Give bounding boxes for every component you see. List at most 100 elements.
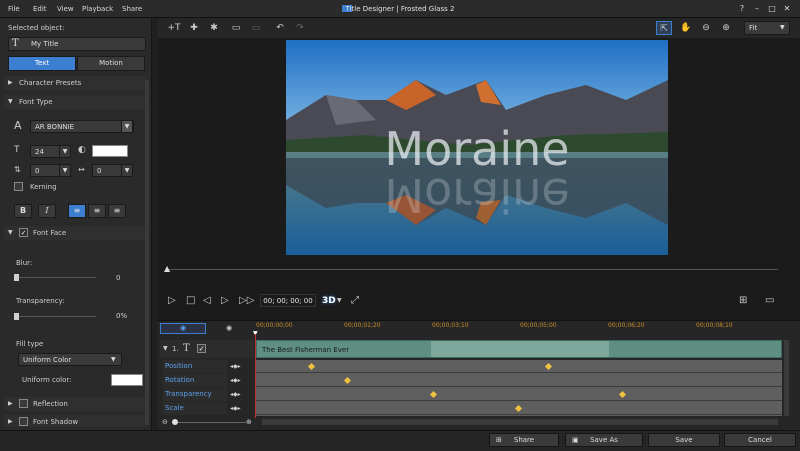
keyframe-nav-icon[interactable]: ◂◆▸	[230, 405, 241, 412]
blur-slider-thumb[interactable]	[14, 274, 19, 281]
fullscreen-icon[interactable]: ⤢	[351, 295, 359, 307]
font-color-swatch[interactable]	[92, 145, 128, 157]
fill-type-arrow-icon[interactable]: ▼	[111, 356, 116, 363]
insert-background-icon[interactable]: ▭	[248, 21, 264, 35]
tab-text[interactable]: Text	[8, 56, 76, 71]
timeline-ruler[interactable]: 00;00;00;00 00;00;01;20 00;00;03;10 00;0…	[256, 322, 784, 334]
keyframe-nav-icon[interactable]: ◂◆▸	[230, 391, 241, 398]
transparency-slider-thumb[interactable]	[14, 313, 19, 320]
keyframe-lane[interactable]	[256, 360, 782, 373]
keyframe-lane[interactable]	[256, 374, 782, 387]
zoom-out-icon[interactable]: ⊖	[698, 21, 714, 35]
selected-object-value: My Title	[31, 40, 59, 48]
save-as-button[interactable]: ▣ Save As	[565, 433, 643, 447]
zoom-out-timeline-icon[interactable]: ⊖	[162, 418, 168, 426]
italic-button[interactable]: I	[38, 204, 56, 218]
track-row-transparency[interactable]: Transparency	[163, 388, 227, 401]
font-size-dropdown-arrow-icon[interactable]: ▼	[59, 145, 71, 158]
blur-slider-track[interactable]	[16, 277, 96, 278]
uniform-color-swatch[interactable]	[111, 374, 143, 386]
scrub-thumb-icon[interactable]: ▲	[164, 264, 170, 273]
save-button[interactable]: Save	[648, 433, 720, 447]
share-button[interactable]: ⊞ Share	[489, 433, 559, 447]
selected-object-field[interactable]: My Title	[8, 37, 146, 51]
insert-effect-icon[interactable]: ✱	[206, 21, 222, 35]
3d-mode-button[interactable]: 3D	[322, 295, 336, 307]
reflection-section[interactable]: ▶ Reflection	[4, 397, 146, 411]
font-shadow-section[interactable]: ▶ Font Shadow	[4, 415, 146, 427]
align-center-button[interactable]: ≡	[88, 204, 106, 218]
play-icon[interactable]: ▷	[168, 295, 176, 307]
redo-icon[interactable]: ↷	[292, 21, 308, 35]
track-row-rotation[interactable]: Rotation	[163, 374, 227, 387]
reflection-checkbox[interactable]	[19, 399, 28, 408]
chevron-right-icon: ▶	[8, 418, 13, 425]
menu-bar: File Edit View Playback Share Title Desi…	[0, 0, 800, 18]
zoom-fit-arrow-icon[interactable]: ▼	[780, 24, 785, 31]
transparency-slider-track[interactable]	[16, 316, 96, 317]
3d-mode-arrow-icon[interactable]: ▼	[337, 295, 342, 307]
title-designer-window: File Edit View Playback Share Title Desi…	[0, 0, 800, 451]
zoom-in-timeline-icon[interactable]: ⊕	[246, 418, 252, 426]
clip-middle-segment[interactable]	[431, 341, 609, 357]
grid-icon[interactable]: ▭	[765, 295, 774, 307]
zoom-in-icon[interactable]: ⊕	[718, 21, 734, 35]
tab-motion[interactable]: Motion	[77, 56, 145, 71]
timeline-zoom-thumb[interactable]	[172, 419, 178, 425]
designer-toolbar: +T ✚ ✱ ▭ ▭ ↶ ↷ ⇱ ✋ ⊖ ⊕ Fit ▼	[158, 18, 800, 38]
font-type-section[interactable]: ▼ Font Type	[4, 95, 146, 109]
restore-button[interactable]: □	[766, 4, 778, 14]
blur-value: 0	[116, 274, 121, 282]
previous-frame-icon[interactable]: ◁	[203, 295, 211, 307]
preview-canvas[interactable]: Moraine Moraine	[286, 40, 668, 255]
align-right-button[interactable]: ≡	[108, 204, 126, 218]
timeline-zoom-track[interactable]	[172, 422, 246, 423]
track-row-position[interactable]: Position	[163, 360, 227, 373]
insert-title-icon[interactable]: +T	[166, 21, 182, 35]
keyframe-lane[interactable]	[256, 388, 782, 401]
fast-forward-icon[interactable]: ▷▷	[239, 295, 254, 307]
character-presets-label: Character Presets	[19, 79, 82, 87]
fill-type-dropdown[interactable]: Uniform Color	[18, 353, 122, 366]
keyframe-lanes[interactable]	[256, 360, 782, 416]
kerning-checkbox[interactable]	[14, 182, 23, 191]
track-row-scale[interactable]: Scale	[163, 402, 227, 415]
font-shadow-checkbox[interactable]	[19, 417, 28, 426]
preview-scrub-track[interactable]	[168, 269, 778, 270]
safe-zone-icon[interactable]: ⊞	[739, 295, 747, 307]
font-name-dropdown-arrow-icon[interactable]: ▼	[121, 120, 133, 133]
line-spacing-arrow-icon[interactable]: ▼	[59, 164, 71, 177]
share-label: Share	[513, 436, 535, 444]
left-panel-scrollbar[interactable]	[145, 80, 149, 425]
stop-icon[interactable]: □	[186, 295, 195, 307]
track-visible-checkbox[interactable]: ✓	[197, 344, 206, 353]
insert-particle-icon[interactable]: ✚	[186, 21, 202, 35]
font-name-dropdown[interactable]: AR BONNIE	[30, 120, 134, 133]
track-number: 1.	[172, 345, 179, 353]
font-face-section[interactable]: ▼ ✓ Font Face	[4, 226, 146, 240]
next-frame-icon[interactable]: ▷	[221, 295, 229, 307]
keyframe-nav-icon[interactable]: ◂◆▸	[230, 363, 241, 370]
undo-icon[interactable]: ↶	[272, 21, 288, 35]
save-label: Save	[675, 436, 693, 444]
character-presets-section[interactable]: ▶ Character Presets	[4, 76, 146, 90]
object-track-icon[interactable]: ◉	[226, 324, 232, 332]
char-spacing-arrow-icon[interactable]: ▼	[121, 164, 133, 177]
track-expand-icon[interactable]: ▼	[163, 345, 168, 352]
help-button[interactable]: ?	[736, 4, 748, 14]
keyframe-nav-icon[interactable]: ◂◆▸	[230, 377, 241, 384]
insert-image-icon[interactable]: ▭	[228, 21, 244, 35]
timeline-horizontal-scrollbar[interactable]	[262, 419, 778, 425]
playhead-line	[255, 334, 256, 418]
select-tool-icon[interactable]: ⇱	[656, 21, 672, 35]
close-button[interactable]: ✕	[781, 4, 793, 14]
bold-button[interactable]: B	[14, 204, 32, 218]
align-left-button[interactable]: ≡	[68, 204, 86, 218]
line-spacing-value: 0	[35, 167, 40, 175]
cancel-button[interactable]: Cancel	[724, 433, 796, 447]
title-clip[interactable]: The Best Fisherman Ever	[256, 340, 782, 358]
hand-tool-icon[interactable]: ✋	[678, 21, 694, 35]
font-face-checkbox[interactable]: ✓	[19, 228, 28, 237]
minimize-button[interactable]: –	[751, 4, 763, 14]
timeline-vertical-scrollbar[interactable]	[784, 340, 789, 416]
